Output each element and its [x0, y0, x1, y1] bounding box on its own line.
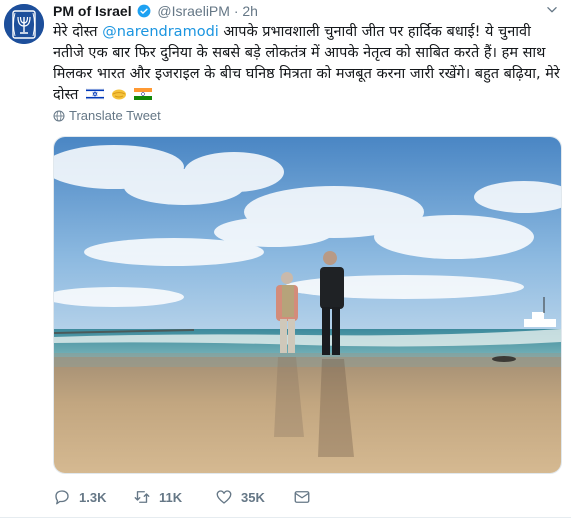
tweet-text-start: मेरे दोस्त [53, 24, 103, 40]
direct-message-icon [294, 491, 310, 503]
tweet[interactable]: PM of Israel @IsraeliPM · 2h मेरे दोस्त … [0, 0, 571, 522]
avatar[interactable] [4, 4, 44, 44]
direct-message-action[interactable] [293, 486, 319, 508]
retweet-action[interactable]: 11K [133, 486, 182, 508]
mention-link[interactable]: @narendramodi [102, 24, 219, 40]
translate-tweet-link[interactable]: Translate Tweet [53, 108, 161, 123]
beach-photo [54, 137, 561, 473]
menorah-emblem-icon [4, 4, 44, 44]
translate-label: Translate Tweet [69, 108, 161, 123]
india-flag-icon [133, 88, 152, 100]
tweet-actions: 1.3K 11K 35K [53, 486, 563, 508]
tweet-text: मेरे दोस्त @narendramodi आपके प्रभावशाली… [53, 22, 563, 106]
reply-action[interactable]: 1.3K [53, 486, 106, 508]
separator-dot: · [233, 3, 239, 19]
author-handle[interactable]: @IsraeliPM [157, 3, 230, 19]
retweet-count: 11K [159, 489, 183, 505]
reply-count: 1.3K [79, 489, 107, 505]
like-action[interactable]: 35K [215, 486, 265, 508]
tweet-header: PM of Israel @IsraeliPM · 2h [53, 2, 258, 20]
retweet-icon [134, 491, 150, 503]
tweet-photo[interactable] [53, 136, 562, 474]
verified-badge-icon [138, 4, 151, 18]
divider [0, 517, 571, 518]
israel-flag-icon [85, 88, 104, 100]
author-name[interactable]: PM of Israel [53, 3, 132, 19]
chevron-down-icon[interactable] [545, 3, 559, 17]
like-count: 35K [241, 489, 265, 505]
like-icon [216, 490, 232, 504]
globe-icon [53, 110, 65, 122]
reply-icon [55, 490, 69, 505]
timestamp[interactable]: 2h [242, 3, 258, 19]
handshake-icon [111, 89, 126, 100]
